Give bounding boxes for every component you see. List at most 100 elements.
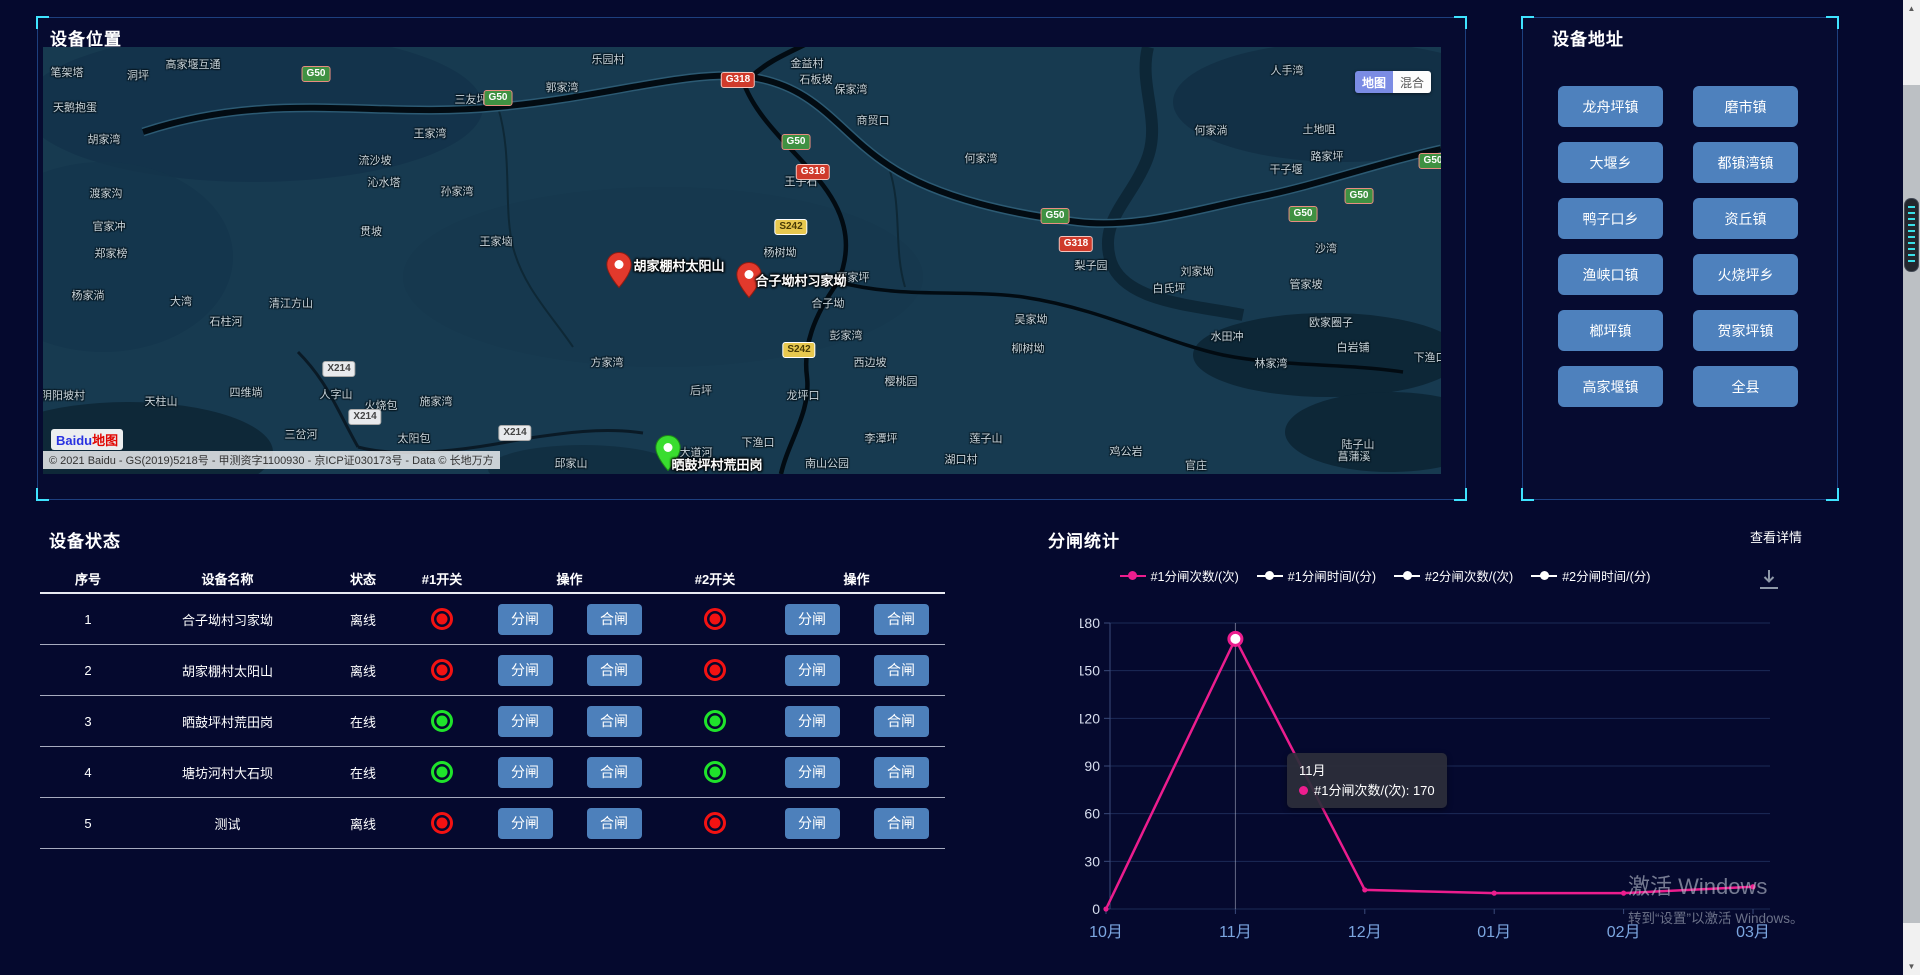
road-badge-G50: G50 [1289,206,1318,222]
map-type-map-option[interactable]: 地图 [1355,71,1393,93]
svg-text:30: 30 [1084,853,1100,869]
legend-label: #1分闸时间/(分) [1288,566,1376,585]
address-button-榔坪镇[interactable]: 榔坪镇 [1558,310,1663,351]
svg-text:0: 0 [1092,901,1100,917]
switch1-indicator [431,812,453,834]
switch2-ops-cell: 分闸 合闸 [768,808,945,839]
close-switch1-button[interactable]: 合闸 [587,655,642,686]
map-place-label: 莲子山 [970,430,1003,446]
table-header-cell: 序号 [40,569,136,588]
switch1-ops-cell: 分闸 合闸 [477,655,662,686]
corner-decoration [1454,16,1467,29]
address-button-都镇湾镇[interactable]: 都镇湾镇 [1693,142,1798,183]
chart-legend: #1分闸次数/(次) #1分闸时间/(分) #2分闸次数/(次) #2分闸时间/(分) [1095,566,1675,585]
baidu-logo-suffix: 地图 [92,433,118,448]
legend-marker [1120,571,1146,580]
map-place-label: 刘家坳 [1181,263,1214,279]
svg-text:02月: 02月 [1607,924,1641,941]
scrollbar-up-arrow[interactable]: ▲ [1903,0,1920,17]
page-scrollbar[interactable]: ▲ ▼ [1903,0,1920,975]
map-type-hybrid-option[interactable]: 混合 [1393,71,1431,93]
map-place-label: 孙家湾 [441,183,474,199]
open-switch2-button[interactable]: 分闸 [785,757,840,788]
open-switch1-button[interactable]: 分闸 [498,808,553,839]
close-switch1-button[interactable]: 合闸 [587,604,642,635]
save-as-image-icon[interactable] [1756,566,1782,597]
map-place-label: 湖口村 [945,451,978,467]
row-number-cell: 2 [40,663,136,678]
status-cell: 离线 [319,661,407,680]
open-switch2-button[interactable]: 分闸 [785,808,840,839]
map-place-label: 人字山 [320,386,353,402]
map-place-label: 太阳包 [398,430,431,446]
device-name-cell: 合子坳村习家坳 [136,610,319,629]
close-switch1-button[interactable]: 合闸 [587,757,642,788]
address-button-渔峡口镇[interactable]: 渔峡口镇 [1558,254,1663,295]
svg-text:03月: 03月 [1736,924,1770,941]
road-badge-G50: G50 [484,90,513,106]
switch2-ops-cell: 分闸 合闸 [768,655,945,686]
address-button-资丘镇[interactable]: 资丘镇 [1693,198,1798,239]
close-switch2-button[interactable]: 合闸 [874,655,929,686]
road-badge-G50: G50 [1419,153,1441,169]
baidu-map[interactable]: 高家堰互通笔架塔洞坪天鹅抱蛋胡家湾渡家沟官家冲郑家榜杨家淌大湾石柱河三友坪郭家湾… [43,47,1441,474]
road-badge-G50: G50 [1345,188,1374,204]
map-place-label: 何家淌 [1195,122,1228,138]
legend-item-#2分闸次数/(次)[interactable]: #2分闸次数/(次) [1394,566,1513,585]
table-row: 2胡家棚村太阳山离线分闸合闸分闸合闸 [40,645,945,696]
table-header-cell: #2开关 [662,569,768,588]
map-place-label: 贯坡 [360,223,382,239]
device-location-panel: 设备位置 [37,17,1466,500]
legend-item-#1分闸时间/(分)[interactable]: #1分闸时间/(分) [1257,566,1376,585]
view-details-link[interactable]: 查看详情 [1750,527,1802,546]
open-switch2-button[interactable]: 分闸 [785,604,840,635]
address-button-大堰乡[interactable]: 大堰乡 [1558,142,1663,183]
device-name-cell: 晒鼓坪村荒田岗 [136,712,319,731]
corner-decoration [1826,16,1839,29]
legend-dot [1265,571,1274,580]
map-place-label: 路家坪 [1311,148,1344,164]
open-switch2-button[interactable]: 分闸 [785,655,840,686]
switch1-indicator [431,710,453,732]
address-button-全县[interactable]: 全县 [1693,366,1798,407]
legend-dot [1128,571,1137,580]
address-button-龙舟坪镇[interactable]: 龙舟坪镇 [1558,86,1663,127]
map-pin-胡家棚村太阳山[interactable] [606,252,632,288]
legend-item-#2分闸时间/(分)[interactable]: #2分闸时间/(分) [1531,566,1650,585]
close-switch2-button[interactable]: 合闸 [874,757,929,788]
table-header-cell: 状态 [319,569,407,588]
address-button-磨市镇[interactable]: 磨市镇 [1693,86,1798,127]
table-row: 1合子坳村习家坳离线分闸合闸分闸合闸 [40,594,945,645]
legend-item-#1分闸次数/(次)[interactable]: #1分闸次数/(次) [1120,566,1239,585]
address-button-鸭子口乡[interactable]: 鸭子口乡 [1558,198,1663,239]
open-switch1-button[interactable]: 分闸 [498,604,553,635]
device-name-cell: 塘坊河村大石坝 [136,763,319,782]
address-button-贺家坪镇[interactable]: 贺家坪镇 [1693,310,1798,351]
close-switch2-button[interactable]: 合闸 [874,604,929,635]
open-switch1-button[interactable]: 分闸 [498,757,553,788]
scrollbar-down-arrow[interactable]: ▼ [1903,958,1920,975]
line-chart[interactable]: 030609012015018010月11月12月01月02月03月 [1080,605,1780,950]
map-place-label: 樱桃园 [885,373,918,389]
road-badge-G318: G318 [1059,236,1093,252]
open-switch1-button[interactable]: 分闸 [498,706,553,737]
map-place-label: 龙坪口 [787,387,820,403]
close-switch1-button[interactable]: 合闸 [587,808,642,839]
switch1-ops-cell: 分闸 合闸 [477,808,662,839]
map-place-label: 石板坡 [800,71,833,87]
legend-dot [1403,571,1412,580]
open-switch1-button[interactable]: 分闸 [498,655,553,686]
map-place-label: 彭家湾 [830,327,863,343]
map-type-toggle[interactable]: 地图 混合 [1355,71,1431,93]
switch2-indicator-cell [662,659,768,681]
map-place-label: 乐园村 [592,51,625,67]
open-switch2-button[interactable]: 分闸 [785,706,840,737]
address-button-高家堰镇[interactable]: 高家堰镇 [1558,366,1663,407]
map-place-label: 笔架塔 [51,64,84,80]
map-place-label: 水田冲 [1211,328,1244,344]
close-switch2-button[interactable]: 合闸 [874,706,929,737]
address-button-火烧坪乡[interactable]: 火烧坪乡 [1693,254,1798,295]
switch2-indicator [704,710,726,732]
close-switch1-button[interactable]: 合闸 [587,706,642,737]
close-switch2-button[interactable]: 合闸 [874,808,929,839]
